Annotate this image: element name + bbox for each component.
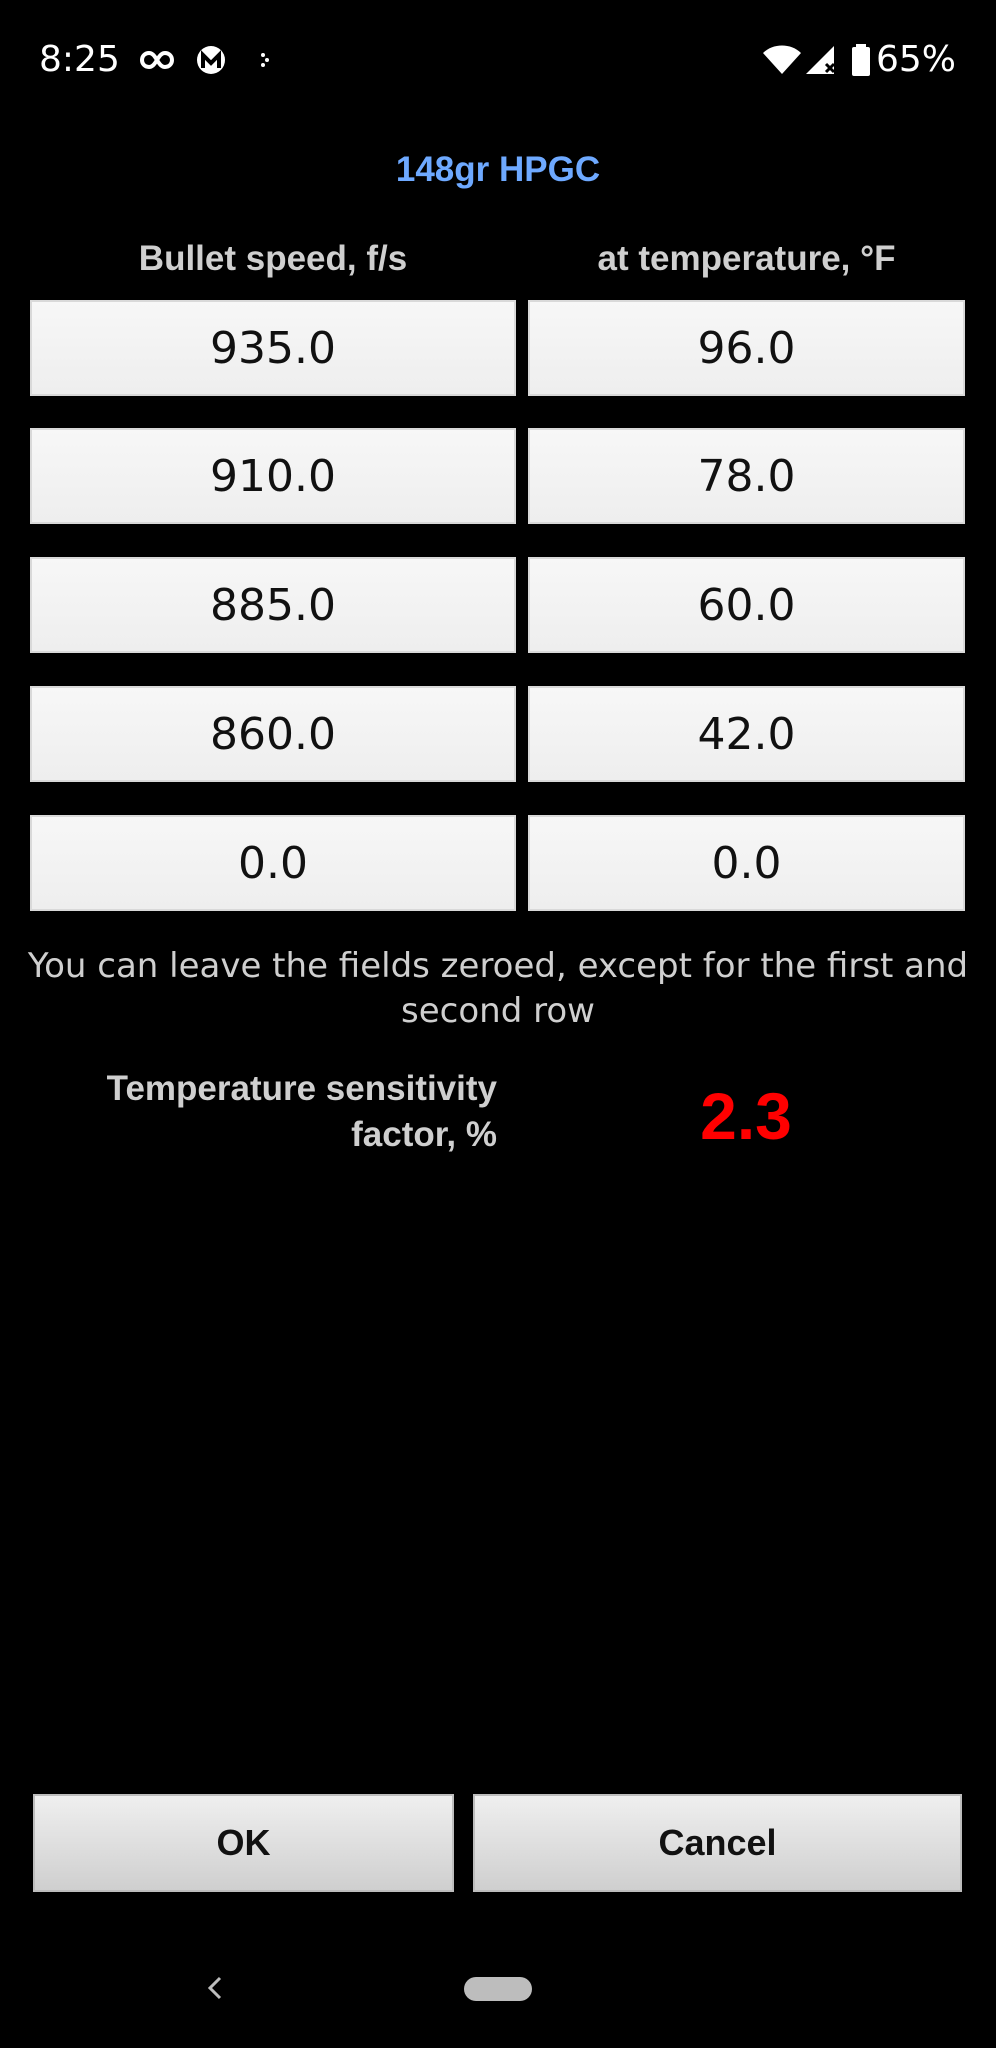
temperature-field-2[interactable]: [528, 428, 965, 524]
speed-field-2[interactable]: [30, 428, 516, 524]
ok-button[interactable]: OK: [33, 1794, 454, 1892]
battery-icon: [852, 44, 870, 76]
infinity-icon: [140, 50, 174, 70]
speed-field-5[interactable]: [30, 815, 516, 911]
temperature-field-4[interactable]: [528, 686, 965, 782]
battery-percent: 65%: [875, 39, 956, 80]
back-icon[interactable]: [200, 1968, 230, 2008]
wifi-icon: [763, 45, 801, 74]
speed-field-1[interactable]: [30, 300, 516, 396]
column-header-speed: Bullet speed, f/s: [138, 239, 408, 278]
malwarebytes-icon: [197, 46, 225, 74]
status-time: 8:25: [39, 39, 120, 80]
home-pill-icon[interactable]: [464, 1977, 532, 2001]
sensitivity-factor-label: Temperature sensitivity factor, %: [106, 1069, 497, 1154]
speed-field-4[interactable]: [30, 686, 516, 782]
hint-text: You can leave the fields zeroed, except …: [27, 946, 969, 1031]
status-bar: 8:25 65%: [0, 0, 996, 120]
column-header-temperature: at temperature, °F: [597, 239, 896, 278]
sensitivity-factor-value: 2.3: [700, 1079, 792, 1153]
dots-icon: [261, 53, 269, 67]
dialog-title: 148gr HPGC: [395, 150, 601, 189]
signal-icon: [806, 46, 836, 74]
speed-field-3[interactable]: [30, 557, 516, 653]
temperature-field-5[interactable]: [528, 815, 965, 911]
temperature-field-3[interactable]: [528, 557, 965, 653]
temperature-field-1[interactable]: [528, 300, 965, 396]
cancel-button[interactable]: Cancel: [473, 1794, 962, 1892]
